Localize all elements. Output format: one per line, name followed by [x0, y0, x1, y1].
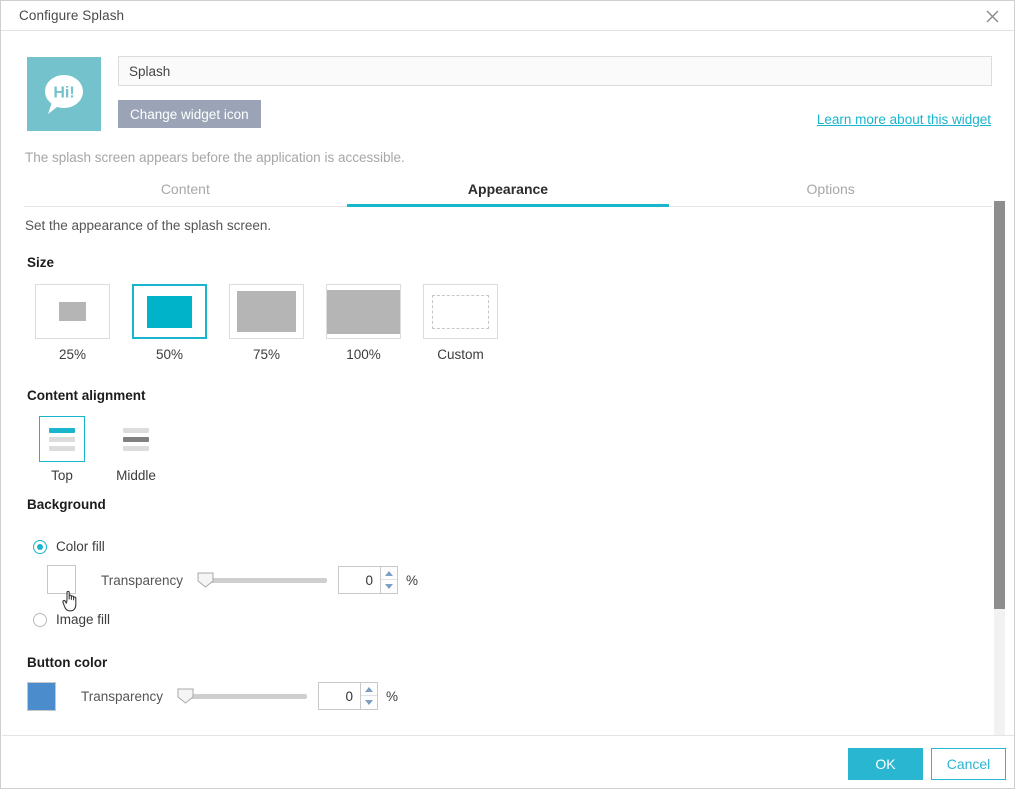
- size-preview-rect: [59, 302, 86, 321]
- align-top-icon[interactable]: [39, 416, 85, 462]
- size-thumbnail-100[interactable]: [326, 284, 401, 339]
- close-icon[interactable]: [978, 3, 1006, 29]
- spinner-buttons: [360, 682, 378, 710]
- size-label-50: 50%: [155, 347, 184, 362]
- background-transparency-spinner[interactable]: [338, 566, 398, 594]
- background-transparency-label: Transparency: [101, 573, 184, 588]
- size-label-100: 100%: [346, 347, 381, 362]
- size-option-75[interactable]: 75%: [229, 284, 304, 362]
- radio-image-fill[interactable]: Image fill: [33, 612, 110, 627]
- tab-options[interactable]: Options: [669, 177, 992, 206]
- align-bar: [123, 436, 149, 442]
- ok-button[interactable]: OK: [848, 748, 923, 780]
- widget-icon: Hi!: [27, 57, 101, 131]
- align-middle-icon[interactable]: [113, 416, 159, 462]
- slider-track: [183, 694, 307, 699]
- button-transparency-slider[interactable]: [177, 686, 307, 706]
- size-thumbnail-custom[interactable]: [423, 284, 498, 339]
- size-thumbnail-25[interactable]: [35, 284, 110, 339]
- content-scrollbar-thumb[interactable]: [994, 201, 1005, 609]
- content-alignment-section-title: Content alignment: [27, 388, 146, 403]
- svg-text:Hi!: Hi!: [53, 85, 74, 102]
- background-transparency-input[interactable]: [338, 566, 380, 594]
- appearance-intro-text: Set the appearance of the splash screen.: [25, 218, 272, 233]
- cancel-button[interactable]: Cancel: [931, 748, 1006, 780]
- size-thumbnail-75[interactable]: [229, 284, 304, 339]
- alignment-option-top[interactable]: Top: [39, 416, 85, 483]
- dialog-footer: OK Cancel: [2, 735, 1014, 787]
- size-label-75: 75%: [252, 347, 281, 362]
- size-thumbnail-50[interactable]: [132, 284, 207, 339]
- tab-appearance[interactable]: Appearance: [346, 177, 670, 207]
- content-alignment-options: Top Middle: [39, 416, 159, 483]
- spinner-down-icon[interactable]: [361, 696, 377, 709]
- size-option-100[interactable]: 100%: [326, 284, 401, 362]
- learn-more-link[interactable]: Learn more about this widget: [817, 112, 991, 127]
- widget-description: The splash screen appears before the app…: [25, 150, 405, 165]
- size-section-title: Size: [27, 255, 55, 270]
- align-bar: [49, 436, 75, 442]
- size-preview-rect: [327, 289, 400, 334]
- align-bar: [49, 445, 75, 451]
- radio-label-image-fill: Image fill: [56, 612, 111, 627]
- spinner-buttons: [380, 566, 398, 594]
- dialog-title: Configure Splash: [19, 8, 125, 23]
- button-transparency-input[interactable]: [318, 682, 360, 710]
- button-color-swatch[interactable]: [27, 682, 56, 711]
- radio-indicator: [33, 539, 47, 554]
- change-widget-icon-button[interactable]: Change widget icon: [118, 100, 261, 128]
- size-preview-rect: [432, 294, 489, 329]
- align-bar: [49, 427, 75, 433]
- radio-label-color-fill: Color fill: [56, 539, 105, 554]
- radio-color-fill[interactable]: Color fill: [33, 539, 105, 554]
- slider-handle[interactable]: [197, 572, 214, 588]
- size-option-50[interactable]: 50%: [132, 284, 207, 362]
- speech-bubble-hi-icon: Hi!: [39, 69, 89, 119]
- button-transparency-spinner[interactable]: [318, 682, 378, 710]
- size-option-custom[interactable]: Custom: [423, 284, 498, 362]
- alignment-label-top: Top: [51, 468, 73, 483]
- alignment-option-middle[interactable]: Middle: [113, 416, 159, 483]
- align-bar: [123, 427, 149, 433]
- tab-content[interactable]: Content: [24, 177, 347, 206]
- alignment-label-middle: Middle: [116, 468, 156, 483]
- spinner-up-icon[interactable]: [361, 683, 377, 696]
- size-option-25[interactable]: 25%: [35, 284, 110, 362]
- size-options: 25% 50% 75% 100% Custom: [35, 284, 498, 362]
- tab-bar: Content Appearance Options: [24, 177, 992, 207]
- widget-name-input[interactable]: [118, 56, 992, 86]
- spinner-up-icon[interactable]: [381, 567, 397, 580]
- radio-indicator: [33, 612, 47, 627]
- size-preview-rect: [237, 291, 296, 332]
- background-transparency-slider[interactable]: [197, 570, 327, 590]
- slider-handle[interactable]: [177, 688, 194, 704]
- size-label-25: 25%: [58, 347, 87, 362]
- spinner-down-icon[interactable]: [381, 580, 397, 593]
- align-bar: [123, 445, 149, 451]
- size-label-custom: Custom: [437, 347, 484, 362]
- button-color-section-title: Button color: [27, 655, 108, 670]
- background-section-title: Background: [27, 497, 106, 512]
- button-percent-symbol: %: [386, 689, 399, 704]
- background-percent-symbol: %: [406, 573, 419, 588]
- background-color-swatch[interactable]: [47, 565, 76, 594]
- size-preview-rect: [147, 295, 192, 328]
- configure-splash-dialog: Configure Splash Hi! Change widget icon …: [0, 0, 1015, 789]
- slider-track: [203, 578, 327, 583]
- button-transparency-label: Transparency: [81, 689, 164, 704]
- dialog-titlebar: Configure Splash: [1, 1, 1014, 31]
